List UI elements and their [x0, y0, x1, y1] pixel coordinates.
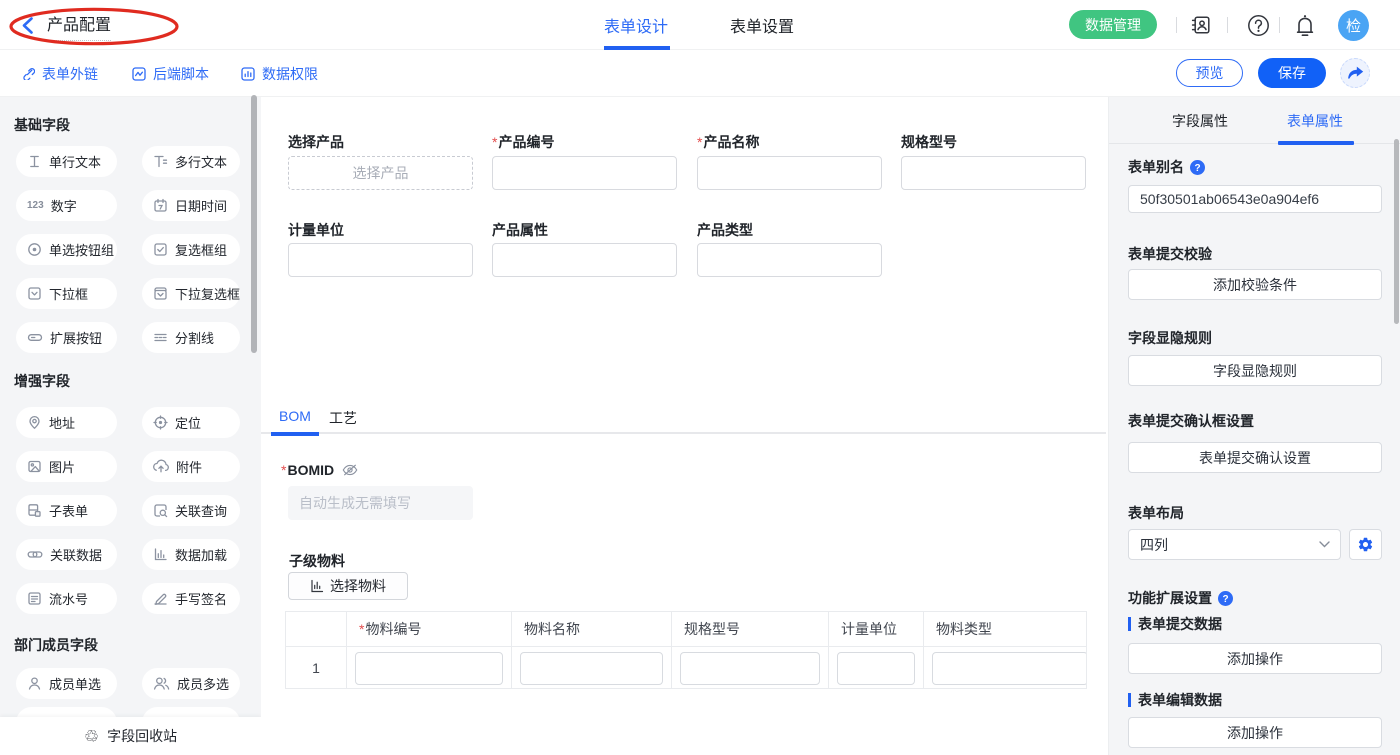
svg-text:?: ?: [1194, 163, 1200, 174]
svg-text:?: ?: [1222, 594, 1228, 605]
